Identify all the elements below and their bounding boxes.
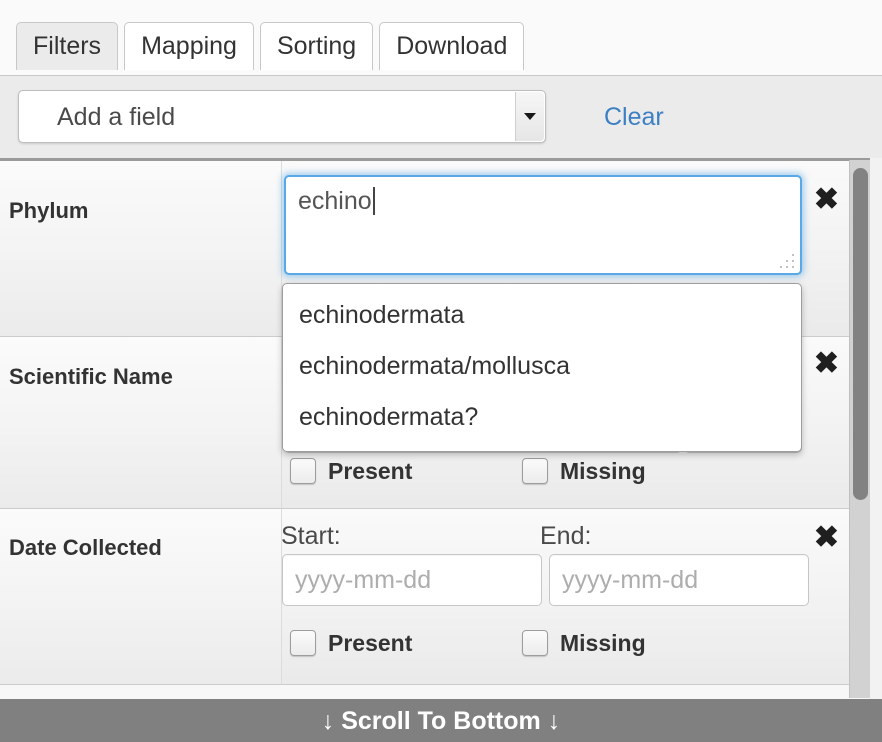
autocomplete-option[interactable]: echinodermata	[283, 290, 801, 341]
add-field-select[interactable]: Add a field	[18, 90, 546, 143]
vertical-scrollbar-thumb[interactable]	[853, 168, 868, 500]
scroll-to-bottom-label: ↓ Scroll To Bottom ↓	[321, 706, 561, 735]
filter-label-scientific-name: Scientific Name	[9, 364, 173, 389]
date-present-check[interactable]: Present	[290, 629, 412, 657]
text-caret	[372, 187, 375, 215]
tab-sorting[interactable]: Sorting	[259, 22, 374, 70]
toolbar-inner: Add a field Clear	[18, 90, 664, 143]
tab-mapping[interactable]: Mapping	[124, 22, 254, 70]
remove-filter-phylum-button[interactable]: ✖	[814, 185, 839, 215]
scroll-to-bottom-button[interactable]: ↓ Scroll To Bottom ↓	[0, 699, 882, 742]
date-end-placeholder: yyyy-mm-dd	[562, 566, 699, 594]
remove-filter-scientific-name-button[interactable]: ✖	[814, 349, 839, 379]
add-field-select-value: Add a field	[57, 102, 176, 131]
phylum-value-text: echino	[298, 187, 372, 215]
scientific-name-present-checkbox[interactable]	[290, 458, 316, 484]
filter-row-date-collected: Date Collected Start: yyyy-mm-dd End: yy…	[0, 509, 849, 685]
date-missing-check[interactable]: Missing	[522, 629, 646, 657]
date-start-placeholder: yyyy-mm-dd	[295, 566, 432, 594]
scientific-name-missing-label[interactable]: Missing	[560, 457, 646, 485]
vertical-scrollbar[interactable]	[849, 160, 870, 698]
scroll-gutter-pad	[870, 158, 882, 699]
remove-filter-date-collected-button[interactable]: ✖	[814, 523, 839, 553]
tab-download[interactable]: Download	[379, 22, 525, 70]
autocomplete-option[interactable]: echinodermata?	[283, 392, 801, 443]
tab-download-label: Download	[396, 32, 508, 60]
scientific-name-missing-check[interactable]: Missing	[522, 457, 646, 485]
tab-filters-label: Filters	[33, 32, 102, 60]
date-end-input[interactable]: yyyy-mm-dd	[549, 554, 809, 606]
phylum-value-textarea[interactable]: echino	[284, 175, 802, 275]
tab-mapping-label: Mapping	[141, 32, 237, 60]
resize-grip-icon[interactable]	[780, 254, 796, 270]
date-start-input[interactable]: yyyy-mm-dd	[282, 554, 542, 606]
filters-toolbar: Add a field Clear	[0, 76, 882, 158]
tab-sorting-label: Sorting	[276, 32, 357, 60]
date-present-label[interactable]: Present	[328, 629, 412, 657]
clear-filters-link[interactable]: Clear	[604, 102, 664, 132]
date-present-checkbox[interactable]	[290, 630, 316, 656]
chevron-down-icon[interactable]	[515, 92, 544, 141]
tab-list: Filters Mapping Sorting Download	[16, 22, 525, 70]
date-missing-checkbox[interactable]	[522, 630, 548, 656]
date-end-label: End:	[540, 522, 592, 550]
tab-bar: Filters Mapping Sorting Download	[0, 0, 882, 78]
autocomplete-option[interactable]: echinodermata/mollusca	[283, 341, 801, 392]
phylum-autocomplete-list[interactable]: echinodermata echinodermata/mollusca ech…	[282, 283, 802, 452]
filter-label-phylum: Phylum	[9, 198, 89, 223]
scientific-name-present-check[interactable]: Present	[290, 457, 412, 485]
filters-scroll-area: Phylum echino ✖ Scientific Name Present …	[0, 158, 882, 699]
date-start-label: Start:	[281, 522, 341, 550]
scientific-name-missing-checkbox[interactable]	[522, 458, 548, 484]
scientific-name-present-label[interactable]: Present	[328, 457, 412, 485]
filter-row-phylum-labelcol	[0, 161, 282, 336]
filters-panel: Filters Mapping Sorting Download Add a f…	[0, 0, 882, 742]
tab-filters[interactable]: Filters	[16, 22, 119, 70]
filter-label-date-collected: Date Collected	[9, 535, 162, 560]
date-missing-label[interactable]: Missing	[560, 629, 646, 657]
